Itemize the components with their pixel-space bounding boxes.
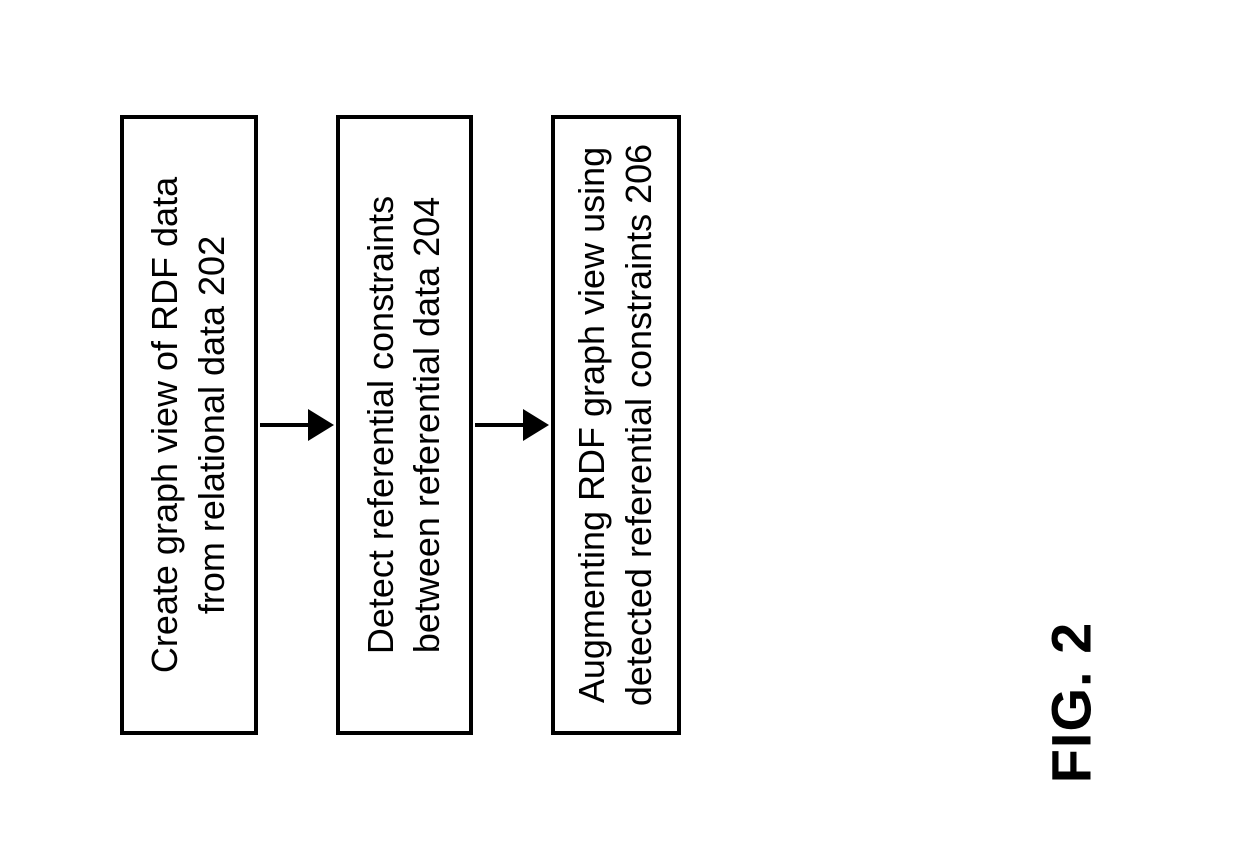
arrow-down-icon [258,409,336,441]
flow-step-202: Create graph view of RDF data from relat… [120,115,258,735]
flow-step-206: Augmenting RDF graph view using detected… [551,115,681,735]
figure-label: FIG. 2 [1038,622,1103,784]
flow-step-204: Detect referential constraints between r… [336,115,474,735]
flowchart: Create graph view of RDF data from relat… [120,30,681,820]
arrow-down-icon [473,409,551,441]
